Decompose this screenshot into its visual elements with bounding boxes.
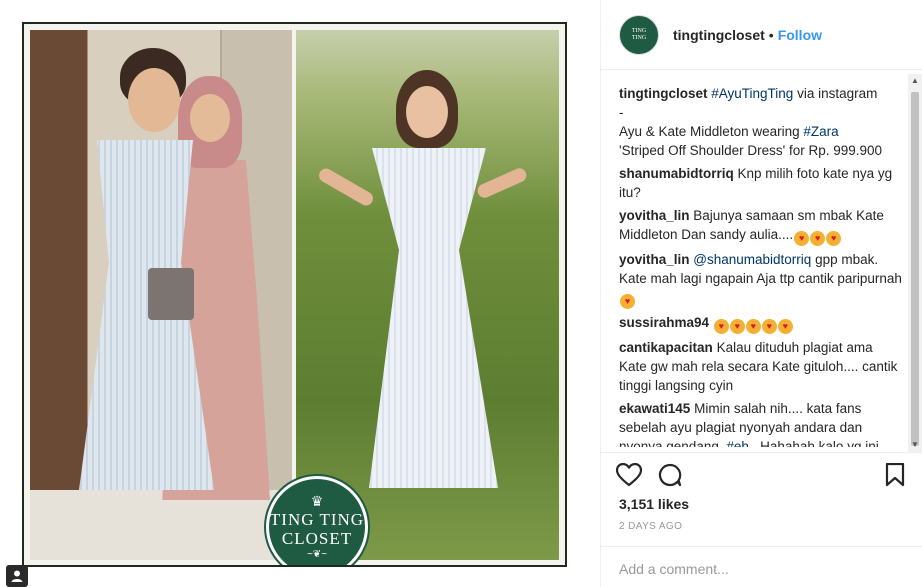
- list-item: sussirahma94 ♥ ♥ ♥ ♥ ♥: [619, 313, 903, 334]
- comment-username[interactable]: shanumabidtorriq: [619, 166, 734, 181]
- likes-count[interactable]: 3,151 likes: [619, 496, 689, 512]
- mention-link[interactable]: @shanumabidtorriq: [693, 252, 811, 267]
- comment-username[interactable]: ekawati145: [619, 401, 690, 416]
- action-bar: [601, 452, 922, 492]
- avatar[interactable]: TING TING: [619, 14, 659, 55]
- post-media[interactable]: ♛ TING TING CLOSET ~❦~: [0, 0, 600, 587]
- post-sidebar: TING TING tingtingcloset • Follow tingtin…: [600, 0, 922, 587]
- avatar-logo-text: TING TING: [631, 27, 647, 41]
- list-item: ekawati145 Mimin salah nih.... kata fans…: [619, 399, 903, 447]
- caption-username[interactable]: tingtingcloset: [619, 86, 708, 101]
- list-item: cantikapacitan Kalau dituduh plagiat ama…: [619, 338, 903, 395]
- caption-text: -: [619, 105, 624, 120]
- heart-eyes-emoji: ♥: [745, 319, 761, 334]
- heart-eyes-emoji: ♥: [620, 294, 635, 309]
- tagged-user-icon[interactable]: [6, 565, 28, 587]
- hashtag-link[interactable]: #Zara: [803, 124, 838, 139]
- comment-username[interactable]: cantikapacitan: [619, 340, 713, 355]
- comment-icon[interactable]: [656, 461, 684, 489]
- heart-eyes-emoji: ♥: [729, 319, 745, 334]
- comment-username[interactable]: yovitha_lin: [619, 208, 690, 223]
- heart-eyes-emoji: ♥: [761, 319, 777, 334]
- scroll-down-arrow-icon[interactable]: ▼: [908, 438, 922, 452]
- add-comment-input[interactable]: Add a comment...: [601, 546, 922, 587]
- heart-eyes-emoji: ♥: [810, 231, 826, 246]
- handbag: [148, 268, 194, 320]
- caption-line-3: Ayu & Kate Middleton wearing #Zara: [619, 124, 839, 139]
- flourish-icon: ~❦~: [306, 549, 328, 560]
- list-item: yovitha_lin Bajunya samaan sm mbak Kate …: [619, 206, 903, 246]
- comment-username[interactable]: sussirahma94: [619, 315, 709, 330]
- heart-icon[interactable]: [615, 461, 643, 489]
- caption: tingtingcloset #AyuTingTing via instagra…: [619, 84, 903, 160]
- list-item: yovitha_lin @shanumabidtorriq gpp mbak. …: [619, 250, 903, 309]
- comments-scrollbar[interactable]: ▲ ▼: [908, 74, 922, 452]
- caption-text: via instagram: [793, 86, 878, 101]
- comment-username[interactable]: yovitha_lin: [619, 252, 690, 267]
- comment-text: . Hahahah kalo yg ini: [748, 439, 879, 447]
- post-header: TING TING tingtingcloset • Follow: [601, 0, 922, 70]
- bookmark-icon[interactable]: [881, 461, 909, 489]
- brand-logo-badge: ♛ TING TING CLOSET ~❦~: [266, 476, 368, 565]
- hashtag-link[interactable]: #AyuTingTing: [711, 86, 793, 101]
- heart-eyes-emoji: ♥: [794, 231, 810, 246]
- logo-line-2: CLOSET: [281, 529, 353, 548]
- caption-text: 'Striped Off Shoulder Dress' for Rp. 999…: [619, 143, 883, 158]
- logo-line-1: TING TING: [269, 510, 365, 529]
- heart-eyes-emoji: ♥: [713, 319, 729, 334]
- heart-eyes-emoji: ♥: [826, 231, 842, 246]
- photo-collage[interactable]: ♛ TING TING CLOSET ~❦~: [22, 22, 567, 567]
- follow-button[interactable]: Follow: [778, 27, 822, 43]
- crown-icon: ♛: [310, 493, 324, 509]
- comments-list[interactable]: tingtingcloset #AyuTingTing via instagra…: [601, 84, 907, 447]
- scroll-up-arrow-icon[interactable]: ▲: [908, 74, 922, 88]
- heart-eyes-emoji: ♥: [777, 319, 793, 334]
- list-item: shanumabidtorriq Knp milih foto kate nya…: [619, 164, 903, 202]
- separator-dot: •: [768, 26, 774, 43]
- photo-left-ayu: [30, 30, 292, 560]
- header-username[interactable]: tingtingcloset: [673, 27, 765, 43]
- floor: [30, 490, 292, 560]
- hashtag-link[interactable]: #eh: [726, 439, 749, 447]
- scrollbar-thumb[interactable]: [911, 92, 919, 446]
- post-timestamp[interactable]: 2 DAYS AGO: [619, 521, 682, 532]
